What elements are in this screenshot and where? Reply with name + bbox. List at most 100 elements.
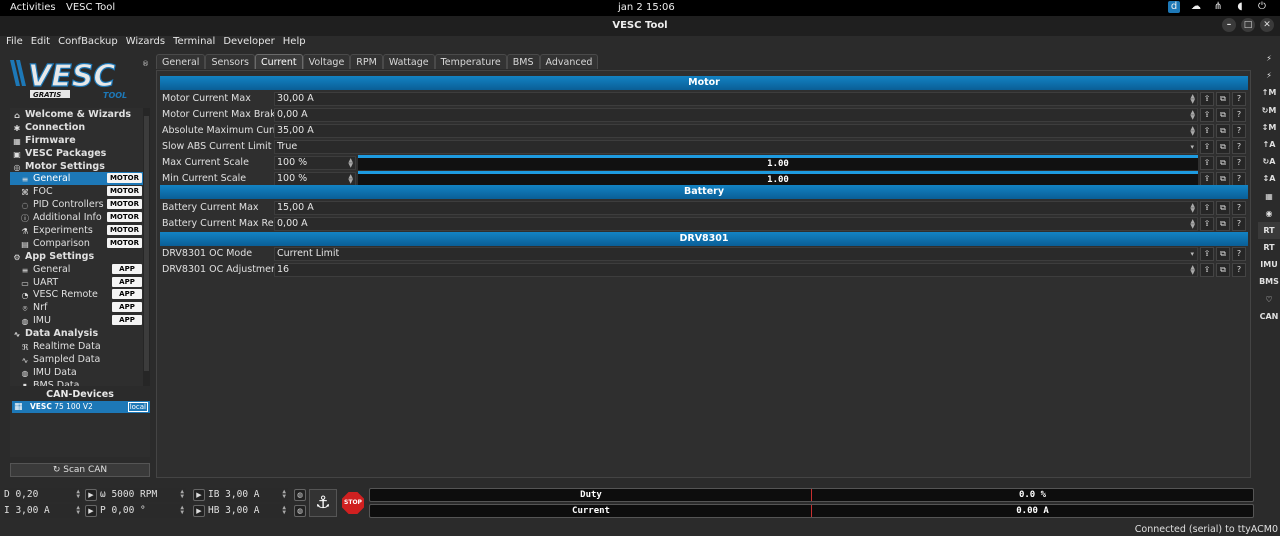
help-icon[interactable]: ?	[1232, 263, 1246, 277]
tree-item-data-analysis[interactable]: ∿ Data Analysis	[10, 327, 150, 340]
tree-item-imu[interactable]: ◍ IMU APP	[10, 314, 150, 327]
tree-item-welcome-wizards[interactable]: ⌂ Welcome & Wizards	[10, 108, 150, 121]
tab-voltage[interactable]: Voltage	[302, 54, 351, 69]
tree-item-nrf[interactable]: ⌾ Nrf APP	[10, 301, 150, 314]
cloud-icon[interactable]: ☁	[1190, 1, 1202, 13]
menu-file[interactable]: File	[2, 36, 27, 50]
spin-arrows-icon[interactable]: ▲ ▼	[1190, 203, 1195, 214]
menu-help[interactable]: Help	[279, 36, 310, 50]
tree-item-additional-info[interactable]: ⓘ Additional Info MOTOR	[10, 211, 150, 224]
tab-bms[interactable]: BMS	[506, 54, 540, 69]
spin-arrows-icon[interactable]: ▲ ▼	[180, 505, 184, 516]
read-default-app-icon[interactable]: ↻A	[1258, 153, 1280, 170]
drv-oc-adjustment-input[interactable]: 16 ▲ ▼	[274, 263, 1198, 277]
copy-icon[interactable]: ⧉	[1216, 108, 1230, 122]
duty-play-icon[interactable]: ▶	[85, 489, 97, 501]
heart-icon[interactable]: ♡	[1258, 291, 1280, 308]
tree-item-app-settings[interactable]: ⚙ App Settings	[10, 250, 150, 263]
activities-button[interactable]: Activities	[10, 2, 56, 13]
menu-terminal[interactable]: Terminal	[169, 36, 219, 50]
bms-icon[interactable]: BMS	[1258, 273, 1280, 290]
ib-brake-icon[interactable]: ◍	[294, 489, 306, 501]
tree-item-imu-data[interactable]: ◍ IMU Data	[10, 366, 150, 379]
dashboard-icon[interactable]: ▦	[1258, 188, 1280, 205]
tree-item-realtime-data[interactable]: ℜ Realtime Data	[10, 340, 150, 353]
tree-item-motor-settings[interactable]: ◎ Motor Settings	[10, 160, 150, 173]
upload-icon[interactable]: ⇪	[1200, 247, 1214, 261]
copy-icon[interactable]: ⧉	[1216, 217, 1230, 231]
help-icon[interactable]: ?	[1232, 156, 1246, 170]
disconnect-icon[interactable]: ⚡	[1258, 67, 1280, 84]
copy-icon[interactable]: ⧉	[1216, 140, 1230, 154]
spin-arrows-icon[interactable]: ▲ ▼	[76, 489, 80, 500]
tree-item-general[interactable]: ≡ General MOTOR	[10, 172, 150, 186]
copy-icon[interactable]: ⧉	[1216, 201, 1230, 215]
help-icon[interactable]: ?	[1232, 124, 1246, 138]
upload-icon[interactable]: ⇪	[1200, 108, 1214, 122]
motor-current-max-brake-input[interactable]: 0,00 A ▲ ▼	[274, 108, 1198, 122]
ib-input[interactable]: IB 3,00 A ▲ ▼	[208, 488, 288, 502]
upload-icon[interactable]: ⇪	[1200, 172, 1214, 186]
max-current-scale-input[interactable]: 100 % ▲ ▼	[274, 156, 356, 170]
help-icon[interactable]: ?	[1232, 92, 1246, 106]
tab-general[interactable]: General	[156, 54, 206, 69]
can-device-row[interactable]: ▦ VESC 75 100 V2 local	[12, 401, 150, 413]
upload-icon[interactable]: ⇪	[1200, 217, 1214, 231]
copy-icon[interactable]: ⧉	[1216, 124, 1230, 138]
help-icon[interactable]: ?	[1232, 247, 1246, 261]
app-indicator-icon[interactable]: d	[1168, 1, 1180, 13]
battery-current-max-regen-input[interactable]: 0,00 A ▲ ▼	[274, 217, 1198, 231]
tree-item-foc[interactable]: ⌘ FOC MOTOR	[10, 185, 150, 198]
tree-item-comparison[interactable]: ▤ Comparison MOTOR	[10, 237, 150, 250]
spin-arrows-icon[interactable]: ▲ ▼	[1190, 265, 1195, 276]
hb-input[interactable]: HB 3,00 A ▲ ▼	[208, 504, 288, 518]
upload-icon[interactable]: ⇪	[1200, 124, 1214, 138]
help-icon[interactable]: ?	[1232, 108, 1246, 122]
network-icon[interactable]: ⋔	[1212, 1, 1224, 13]
copy-icon[interactable]: ⧉	[1216, 156, 1230, 170]
read-motor-config-icon[interactable]: ↑M	[1258, 84, 1280, 101]
tree-item-bms-data[interactable]: ▮BMS Data	[10, 379, 150, 386]
active-app-label[interactable]: VESC Tool	[66, 2, 115, 13]
min-current-scale-input[interactable]: 100 % ▲ ▼	[274, 172, 356, 186]
tree-item-vesc-packages[interactable]: ▣ VESC Packages	[10, 147, 150, 160]
copy-icon[interactable]: ⧉	[1216, 263, 1230, 277]
spin-arrows-icon[interactable]: ▲ ▼	[1190, 94, 1195, 105]
connect-icon[interactable]: ⚡	[1258, 50, 1280, 67]
copy-icon[interactable]: ⧉	[1216, 92, 1230, 106]
close-icon[interactable]: ✕	[1260, 18, 1274, 32]
imu-icon[interactable]: IMU	[1258, 256, 1280, 273]
upload-icon[interactable]: ⇪	[1200, 92, 1214, 106]
gamepad-icon[interactable]: ◉	[1258, 205, 1280, 222]
current-input[interactable]: I 3,00 A ▲ ▼	[4, 504, 82, 518]
tree-item-connection[interactable]: ✱ Connection	[10, 121, 150, 134]
menu-developer[interactable]: Developer	[219, 36, 278, 50]
anchor-icon[interactable]: ⚓	[309, 489, 337, 517]
spin-arrows-icon[interactable]: ▲ ▼	[1190, 110, 1195, 121]
minimize-icon[interactable]: –	[1222, 18, 1236, 32]
spin-arrows-icon[interactable]: ▲ ▼	[348, 158, 353, 169]
menu-edit[interactable]: Edit	[27, 36, 54, 50]
clock[interactable]: jan 2 15:06	[618, 2, 675, 13]
tab-sensors[interactable]: Sensors	[205, 54, 255, 69]
tree-item-uart[interactable]: ▭ UART APP	[10, 276, 150, 289]
tree-item-sampled-data[interactable]: ∿ Sampled Data	[10, 353, 150, 366]
realtime-icon[interactable]: RT	[1258, 221, 1280, 240]
tab-rpm[interactable]: RPM	[350, 54, 383, 69]
menu-wizards[interactable]: Wizards	[122, 36, 169, 50]
write-motor-config-icon[interactable]: ↕M	[1258, 119, 1280, 136]
tab-wattage[interactable]: Wattage	[382, 54, 435, 69]
write-app-config-icon[interactable]: ↕A	[1258, 170, 1280, 187]
drv-oc-mode-select[interactable]: Current Limit ▾	[274, 247, 1198, 261]
battery-current-max-input[interactable]: 15,00 A ▲ ▼	[274, 201, 1198, 215]
spin-arrows-icon[interactable]: ▲ ▼	[1190, 219, 1195, 230]
spin-arrows-icon[interactable]: ▲ ▼	[282, 505, 286, 516]
spin-arrows-icon[interactable]: ▲ ▼	[76, 505, 80, 516]
tree-item-firmware[interactable]: ▦ Firmware	[10, 134, 150, 147]
hb-brake-icon[interactable]: ◍	[294, 505, 306, 517]
volume-icon[interactable]: ◖	[1234, 1, 1246, 13]
tab-advanced[interactable]: Advanced	[539, 54, 599, 69]
spin-arrows-icon[interactable]: ▲ ▼	[282, 489, 286, 500]
tab-temperature[interactable]: Temperature	[434, 54, 507, 69]
help-icon[interactable]: ?	[1232, 140, 1246, 154]
